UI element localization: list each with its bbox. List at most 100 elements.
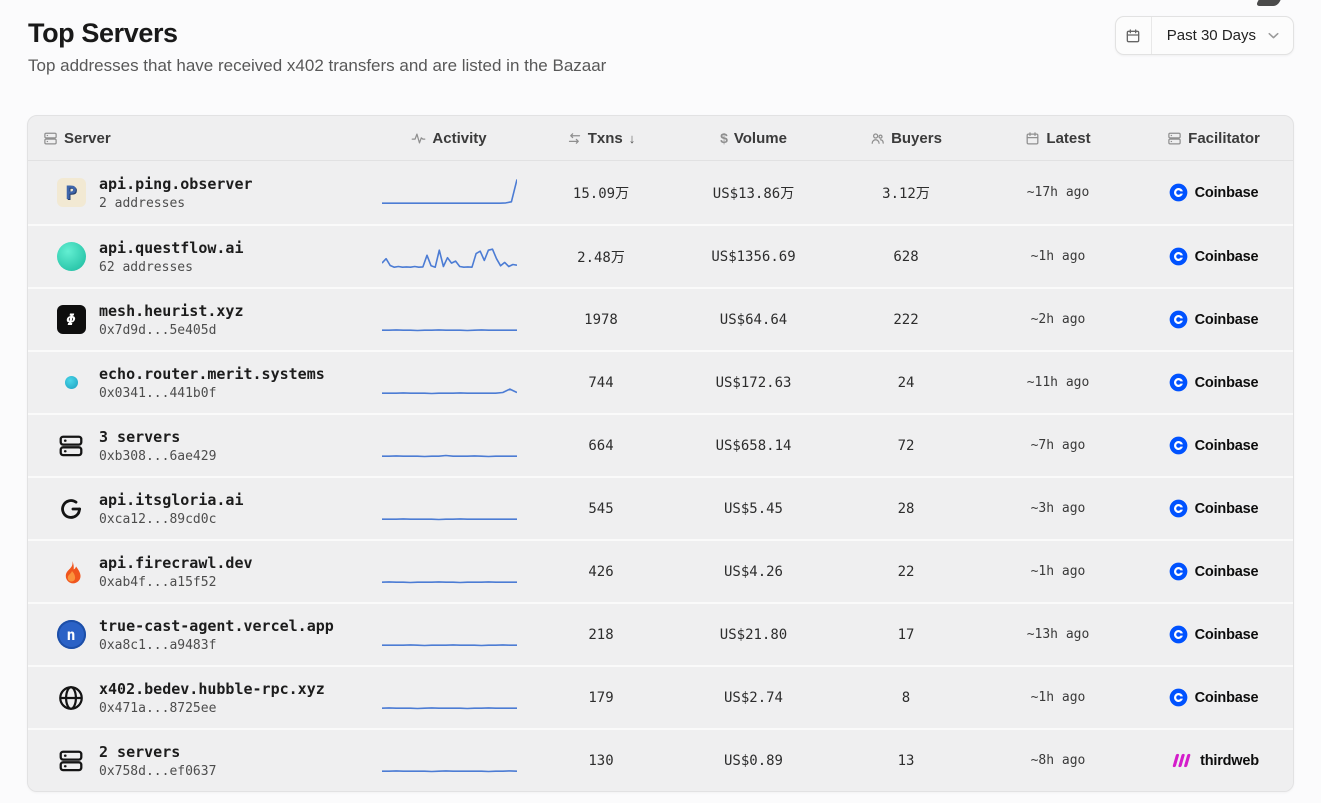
volume-value: US$2.74 bbox=[677, 690, 830, 706]
server-cell: n true-cast-agent.vercel.app 0xa8c1...a9… bbox=[28, 617, 373, 653]
server-cell: api.firecrawl.dev 0xab4f...a15f52 bbox=[28, 554, 373, 590]
column-header-volume[interactable]: $ Volume bbox=[677, 130, 830, 147]
txns-value: 664 bbox=[525, 438, 677, 454]
table-row[interactable]: api.itsgloria.ai 0xca12...89cd0c 545 US$… bbox=[28, 476, 1293, 539]
latest-value: ~2h ago bbox=[982, 312, 1134, 327]
column-header-activity[interactable]: Activity bbox=[373, 130, 525, 147]
facilitator-label: Coinbase bbox=[1195, 375, 1259, 391]
buyers-value: 628 bbox=[830, 249, 982, 265]
server-name[interactable]: mesh.heurist.xyz bbox=[99, 302, 244, 320]
buyers-value: 22 bbox=[830, 564, 982, 580]
column-header-latest[interactable]: Latest bbox=[982, 130, 1134, 147]
column-header-facilitator[interactable]: Facilitator bbox=[1134, 130, 1293, 147]
column-label: Buyers bbox=[891, 130, 942, 147]
server-subtext: 0x471a...8725ee bbox=[99, 701, 325, 716]
latest-value: ~1h ago bbox=[982, 690, 1134, 705]
facilitator-label: Coinbase bbox=[1195, 501, 1259, 517]
server-cell: x402.bedev.hubble-rpc.xyz 0x471a...8725e… bbox=[28, 680, 373, 716]
page-header: Top Servers Top addresses that have rece… bbox=[28, 18, 1293, 76]
server-subtext: 0xa8c1...a9483f bbox=[99, 638, 334, 653]
facilitator-cell: Coinbase bbox=[1134, 562, 1293, 581]
ping-observer-logo-icon: P bbox=[56, 178, 86, 208]
volume-value: US$658.14 bbox=[677, 438, 830, 454]
table-row[interactable]: n true-cast-agent.vercel.app 0xa8c1...a9… bbox=[28, 602, 1293, 665]
table-row[interactable]: 3 servers 0xb308...6ae429 664 US$658.14 … bbox=[28, 413, 1293, 476]
facilitator-cell: Coinbase bbox=[1134, 183, 1293, 202]
users-icon bbox=[870, 131, 885, 146]
latest-value: ~3h ago bbox=[982, 501, 1134, 516]
column-label: Latest bbox=[1046, 130, 1090, 147]
server-name[interactable]: 3 servers bbox=[99, 428, 216, 446]
latest-value: ~1h ago bbox=[982, 564, 1134, 579]
table-row[interactable]: x402.bedev.hubble-rpc.xyz 0x471a...8725e… bbox=[28, 665, 1293, 728]
page-title: Top Servers bbox=[28, 18, 1293, 49]
server-subtext: 0xca12...89cd0c bbox=[99, 512, 244, 527]
latest-value: ~8h ago bbox=[982, 753, 1134, 768]
server-name[interactable]: api.itsgloria.ai bbox=[99, 491, 244, 509]
facilitator-cell: Coinbase bbox=[1134, 310, 1293, 329]
table-row[interactable]: api.questflow.ai 62 addresses 2.48万 US$1… bbox=[28, 224, 1293, 287]
facilitator-label: Coinbase bbox=[1195, 312, 1259, 328]
activity-sparkline bbox=[382, 681, 517, 715]
volume-value: US$13.86万 bbox=[677, 183, 830, 203]
heurist-logo-icon: Φ bbox=[56, 305, 86, 335]
table-row[interactable]: P api.ping.observer 2 addresses 15.09万 U… bbox=[28, 161, 1293, 224]
server-name[interactable]: x402.bedev.hubble-rpc.xyz bbox=[99, 680, 325, 698]
server-name[interactable]: echo.router.merit.systems bbox=[99, 365, 325, 383]
latest-value: ~7h ago bbox=[982, 438, 1134, 453]
volume-value: US$0.89 bbox=[677, 753, 830, 769]
server-subtext: 0xb308...6ae429 bbox=[99, 449, 216, 464]
column-header-server[interactable]: Server bbox=[28, 130, 373, 147]
column-header-buyers[interactable]: Buyers bbox=[830, 130, 982, 147]
coinbase-logo-icon bbox=[1169, 562, 1188, 581]
facilitator-label: Coinbase bbox=[1195, 690, 1259, 706]
coinbase-logo-icon bbox=[1169, 436, 1188, 455]
calendar-icon bbox=[1116, 17, 1152, 54]
database-icon bbox=[1167, 131, 1182, 146]
volume-value: US$172.63 bbox=[677, 375, 830, 391]
column-header-txns[interactable]: Txns ↓ bbox=[525, 130, 677, 147]
facilitator-cell: Coinbase bbox=[1134, 688, 1293, 707]
screen-corner-artifact bbox=[1255, 0, 1280, 6]
facilitator-cell: Coinbase bbox=[1134, 373, 1293, 392]
latest-value: ~11h ago bbox=[982, 375, 1134, 390]
server-name[interactable]: api.ping.observer bbox=[99, 175, 253, 193]
table-row[interactable]: echo.router.merit.systems 0x0341...441b0… bbox=[28, 350, 1293, 413]
txns-value: 218 bbox=[525, 627, 677, 643]
table-header-row: Server Activity Txns ↓ $ Volume Buyers L… bbox=[28, 116, 1293, 161]
txns-value: 15.09万 bbox=[525, 183, 677, 203]
column-label: Volume bbox=[734, 130, 787, 147]
latest-value: ~13h ago bbox=[982, 627, 1134, 642]
calendar-icon bbox=[1025, 131, 1040, 146]
sort-desc-icon: ↓ bbox=[629, 132, 636, 145]
table-row[interactable]: api.firecrawl.dev 0xab4f...a15f52 426 US… bbox=[28, 539, 1293, 602]
server-name[interactable]: 2 servers bbox=[99, 743, 216, 761]
buyers-value: 28 bbox=[830, 501, 982, 517]
table-row[interactable]: Φ mesh.heurist.xyz 0x7d9d...5e405d 1978 … bbox=[28, 287, 1293, 350]
truecast-logo-icon: n bbox=[56, 620, 86, 650]
server-cell: api.questflow.ai 62 addresses bbox=[28, 239, 373, 275]
server-subtext: 0x0341...441b0f bbox=[99, 386, 325, 401]
facilitator-label: Coinbase bbox=[1195, 627, 1259, 643]
activity-sparkline bbox=[382, 492, 517, 526]
activity-sparkline bbox=[382, 303, 517, 337]
server-name[interactable]: api.firecrawl.dev bbox=[99, 554, 253, 572]
date-range-select[interactable]: Past 30 Days bbox=[1115, 16, 1294, 55]
latest-value: ~17h ago bbox=[982, 185, 1134, 200]
merit-dot-icon bbox=[56, 368, 86, 398]
activity-sparkline bbox=[382, 555, 517, 589]
txns-value: 744 bbox=[525, 375, 677, 391]
dollar-icon: $ bbox=[720, 131, 728, 145]
facilitator-cell: Coinbase bbox=[1134, 436, 1293, 455]
server-name[interactable]: api.questflow.ai bbox=[99, 239, 244, 257]
server-name[interactable]: true-cast-agent.vercel.app bbox=[99, 617, 334, 635]
coinbase-logo-icon bbox=[1169, 247, 1188, 266]
table-row[interactable]: 2 servers 0x758d...ef0637 130 US$0.89 13… bbox=[28, 728, 1293, 791]
date-range-label: Past 30 Days bbox=[1152, 27, 1265, 44]
chevron-down-icon bbox=[1265, 27, 1282, 44]
facilitator-label: thirdweb bbox=[1200, 753, 1259, 769]
database-icon bbox=[43, 131, 58, 146]
buyers-value: 8 bbox=[830, 690, 982, 706]
globe-icon bbox=[56, 683, 86, 713]
coinbase-logo-icon bbox=[1169, 183, 1188, 202]
